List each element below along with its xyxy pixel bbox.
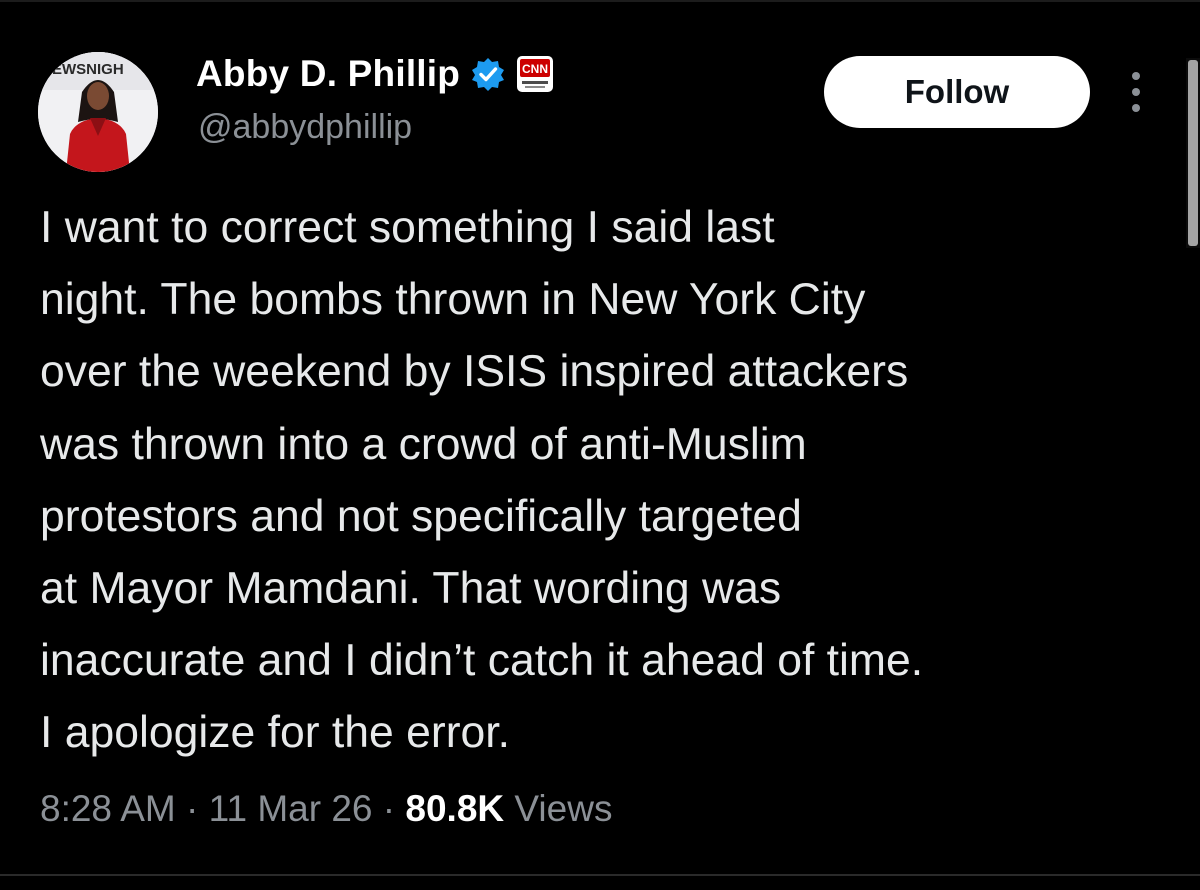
tweet-time[interactable]: 8:28 AM	[40, 788, 176, 829]
meta-separator: ·	[382, 788, 396, 829]
views-label[interactable]: Views	[514, 788, 612, 829]
meta-separator: ·	[186, 788, 199, 829]
scrollbar-thumb[interactable]	[1188, 60, 1198, 246]
more-vertical-icon[interactable]	[1120, 68, 1152, 116]
avatar-image: EWSNIGH	[38, 52, 158, 172]
more-dot	[1132, 104, 1140, 112]
tweet-text: I want to correct something I said last …	[40, 192, 1180, 770]
more-dot	[1132, 72, 1140, 80]
tweet-text-line: I apologize for the error.	[40, 708, 510, 758]
tweet-text-line: night. The bombs thrown in New York City	[40, 275, 866, 325]
affiliate-badge-text: CNN	[522, 62, 548, 76]
top-divider	[0, 0, 1200, 2]
tweet-date[interactable]: 11 Mar 26	[209, 788, 373, 829]
author-name-row: Abby D. Phillip CNN	[196, 50, 554, 98]
avatar-backdrop-text: EWSNIGH	[52, 61, 124, 78]
tweet-text-line: I want to correct something I said last	[40, 203, 775, 252]
follow-button[interactable]: Follow	[824, 56, 1090, 128]
tweet-text-line: at Mayor Mamdani. That wording was	[40, 564, 782, 614]
tweet-text-line: over the weekend by ISIS inspired attack…	[40, 347, 909, 397]
more-dot	[1132, 88, 1140, 96]
views-count[interactable]: 80.8K	[405, 788, 504, 829]
avatar[interactable]: EWSNIGH	[38, 52, 158, 172]
tweet-meta: 8:28 AM · 11 Mar 26 · 80.8K Views	[40, 784, 612, 834]
author-handle[interactable]: @abbydphillip	[198, 108, 412, 147]
cnn-affiliate-badge-icon[interactable]: CNN	[516, 55, 554, 93]
tweet-text-line: protestors and not specifically targeted	[40, 491, 802, 541]
tweet-text-line: was thrown into a crowd of anti-Muslim	[40, 419, 807, 469]
author-display-name[interactable]: Abby D. Phillip	[196, 53, 460, 95]
verified-badge-icon	[470, 56, 506, 92]
bottom-divider	[0, 874, 1200, 876]
tweet-text-line: inaccurate and I didn’t catch it ahead o…	[40, 636, 924, 686]
